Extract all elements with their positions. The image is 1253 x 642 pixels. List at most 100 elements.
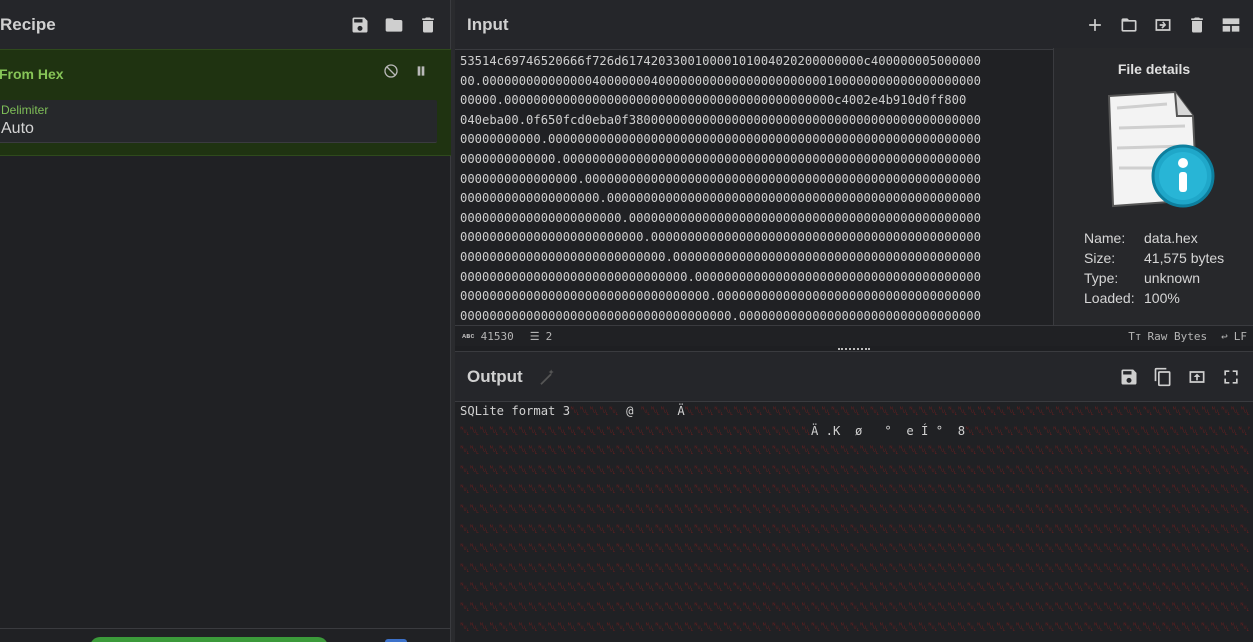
add-tab-plus-icon[interactable] bbox=[1085, 15, 1105, 35]
delimiter-value[interactable]: Auto bbox=[1, 120, 34, 138]
input-pane: Input 53514c69746520666f726d617420330010… bbox=[455, 0, 1253, 346]
nonprintable-run: ␀␀␀␀␀␀␀␀␀␀␀␀␀␀␀␀␀␀␀␀␀␀␀␀␀␀␀␀␀␀␀␀␀␀␀␀ bbox=[460, 423, 811, 438]
magic-wand-icon[interactable] bbox=[537, 367, 557, 387]
input-line: 00000.0000000000000000000000000000000000… bbox=[460, 93, 967, 108]
output-sqlite-header: SQLite format 3 bbox=[460, 404, 571, 418]
save-recipe-icon[interactable] bbox=[350, 15, 370, 35]
loaded-label: Loaded: bbox=[1084, 290, 1135, 306]
input-line: 0000000000000000.00000000000000000000000… bbox=[460, 171, 981, 186]
nonprintable-run: ␀␀␀␀␀ bbox=[570, 404, 619, 418]
output-line: ␀␀␀␀␀␀␀␀␀␀␀␀␀␀␀␀␀␀␀␀␀␀␀␀␀␀␀␀␀␀␀␀␀␀␀␀␀␀␀␀… bbox=[460, 480, 1250, 500]
input-line: 0000000000000.00000000000000000000000000… bbox=[460, 151, 981, 166]
output-line: ␀␀␀␀␀␀␀␀␀␀␀␀␀␀␀␀␀␀␀␀␀␀␀␀␀␀␀␀␀␀␀␀␀␀␀␀␀␀␀␀… bbox=[460, 578, 1250, 598]
nonprintable-run: ␀␀␀ bbox=[640, 404, 671, 418]
output-line: ␀␀␀␀␀␀␀␀␀␀␀␀␀␀␀␀␀␀␀␀␀␀␀␀␀␀␀␀␀␀␀␀␀␀␀␀␀␀␀␀… bbox=[460, 520, 1250, 540]
nonprintable-run: ␀␀␀␀␀␀␀␀␀␀␀␀␀␀␀␀␀␀␀␀␀␀␀␀␀␀␀␀␀␀␀␀␀␀␀␀␀␀␀␀… bbox=[684, 404, 1250, 418]
file-info-icon bbox=[1107, 90, 1215, 208]
input-line: 0000000000000000000000000000000000000.00… bbox=[460, 308, 981, 323]
input-line: 0000000000000000000000000000.00000000000… bbox=[460, 249, 981, 264]
output-line: ␀␀␀␀␀␀␀␀␀␀␀␀␀␀␀␀␀␀␀␀␀␀␀␀␀␀␀␀␀␀␀␀␀␀␀␀␀␀␀␀… bbox=[460, 441, 1250, 461]
file-details-panel: File details Name: data.hex Size: 41,575 b… bbox=[1053, 48, 1253, 325]
nonprintable-run: ␀␀␀␀␀␀␀␀␀␀␀␀␀␀␀␀␀␀␀␀␀␀␀␀␀␀␀␀␀␀␀␀␀␀␀␀␀␀␀␀… bbox=[460, 541, 1250, 556]
output-line: ␀␀␀␀␀␀␀␀␀␀␀␀␀␀␀␀␀␀␀␀␀␀␀␀␀␀␀␀␀␀␀␀␀␀␀␀␀␀␀␀… bbox=[460, 559, 1250, 579]
operation-title: From Hex bbox=[0, 66, 64, 82]
input-line: 00.0000000000000004000000040000000000000… bbox=[460, 73, 981, 88]
maximise-output-icon[interactable] bbox=[1221, 367, 1241, 387]
layout-icon[interactable] bbox=[1221, 15, 1241, 35]
file-loaded: 100% bbox=[1144, 290, 1180, 306]
input-line: 0000000000000000000000000.00000000000000… bbox=[460, 230, 981, 245]
save-output-icon[interactable] bbox=[1119, 367, 1139, 387]
output-a-char: Ä bbox=[670, 404, 685, 418]
nonprintable-run: ␀␀␀␀␀␀␀␀␀␀␀␀␀␀␀␀␀␀␀␀␀␀␀␀␀␀␀␀␀␀␀␀␀␀␀␀␀␀␀␀… bbox=[460, 482, 1250, 497]
eol-selector[interactable]: ↩ LF bbox=[1221, 330, 1247, 343]
output-line: SQLite format 3␀␀␀␀␀ @ ␀␀␀ Ä␀␀␀␀␀␀␀␀␀␀␀␀… bbox=[460, 402, 1250, 422]
input-length: 41530 bbox=[480, 330, 514, 343]
output-decoded-fragment: Ä .K ø ° e Í ° 8 bbox=[811, 423, 966, 438]
nonprintable-run: ␀␀␀␀␀␀␀␀␀␀␀␀␀␀␀␀␀␀␀␀␀␀␀␀␀␀␀␀␀␀␀␀␀␀␀␀␀␀␀␀… bbox=[460, 560, 1250, 575]
disable-operation-icon[interactable] bbox=[383, 63, 399, 79]
type-label: Type: bbox=[1084, 270, 1119, 286]
output-header: Output bbox=[455, 352, 1253, 402]
recipe-pane: Recipe From Hex Delimiter Auto bbox=[0, 0, 451, 642]
input-line: 040eba00.0f650fcd0eba0f38000000000000000… bbox=[460, 112, 981, 127]
output-line: ␀␀␀␀␀␀␀␀␀␀␀␀␀␀␀␀␀␀␀␀␀␀␀␀␀␀␀␀␀␀␀␀␀␀␀␀␀␀␀␀… bbox=[460, 539, 1250, 559]
encoding-selector[interactable]: Tт Raw Bytes bbox=[1128, 330, 1207, 343]
input-status-bar: ᴀʙᴄ 41530 ☰ 2 Tт Raw Bytes ↩ LF bbox=[455, 325, 1253, 347]
nonprintable-run: ␀␀␀␀␀␀␀␀␀␀␀␀␀␀␀␀␀␀␀␀␀␀␀␀␀␀␀␀␀␀␀␀␀␀␀␀␀␀␀␀… bbox=[460, 521, 1250, 536]
input-line: 53514c69746520666f726d617420330010000101… bbox=[460, 54, 981, 68]
output-line: ␀␀␀␀␀␀␀␀␀␀␀␀␀␀␀␀␀␀␀␀␀␀␀␀␀␀␀␀␀␀␀␀␀␀␀␀␀␀␀␀… bbox=[460, 618, 1250, 638]
nonprintable-run: ␀␀␀␀␀␀␀␀␀␀␀␀␀␀␀␀␀␀␀␀␀␀␀␀␀␀␀␀␀␀␀␀␀␀␀␀␀␀␀␀… bbox=[460, 599, 1250, 614]
open-folder-icon[interactable] bbox=[1119, 15, 1139, 35]
lines-icon: ☰ bbox=[529, 330, 540, 343]
input-lines: 2 bbox=[545, 330, 553, 343]
open-file-icon[interactable] bbox=[1153, 15, 1173, 35]
nonprintable-run: ␀␀␀␀␀␀␀␀␀␀␀␀␀␀␀␀␀␀␀␀␀␀␀␀␀␀␀␀␀␀␀␀␀␀␀␀␀␀␀␀… bbox=[460, 462, 1250, 477]
clear-input-trash-icon[interactable] bbox=[1187, 15, 1207, 35]
replace-input-icon[interactable] bbox=[1187, 367, 1207, 387]
return-arrow-icon: ↩ bbox=[1221, 330, 1228, 343]
input-line: 0000000000000000000000000000000.00000000… bbox=[460, 269, 981, 284]
eol-label: LF bbox=[1233, 330, 1247, 343]
delimiter-label: Delimiter bbox=[1, 103, 49, 117]
recipe-header: Recipe bbox=[0, 0, 450, 50]
nonprintable-run: ␀␀␀␀␀␀␀␀␀␀␀␀␀␀␀␀␀␀␀␀␀␀␀␀␀␀␀␀␀␀␀␀␀␀␀␀␀␀␀␀… bbox=[460, 501, 1250, 516]
nonprintable-run: ␀␀␀␀␀␀␀␀␀␀␀␀␀␀␀␀␀␀␀␀␀␀␀␀␀␀␀␀␀␀␀␀␀␀␀␀␀␀␀␀… bbox=[965, 423, 1250, 438]
input-line: 0000000000000000000000000000000000.00000… bbox=[460, 289, 981, 304]
nonprintable-run: ␀␀␀␀␀␀␀␀␀␀␀␀␀␀␀␀␀␀␀␀␀␀␀␀␀␀␀␀␀␀␀␀␀␀␀␀␀␀␀␀… bbox=[460, 580, 1250, 595]
file-details-title: File details bbox=[1117, 61, 1191, 77]
clear-recipe-trash-icon[interactable] bbox=[418, 15, 438, 35]
file-size: 41,575 bytes bbox=[1144, 250, 1225, 266]
output-line: ␀␀␀␀␀␀␀␀␀␀␀␀␀␀␀␀␀␀␀␀␀␀␀␀␀␀␀␀␀␀␀␀␀␀␀␀␀␀␀␀… bbox=[460, 500, 1250, 520]
cyberchef-app: Recipe From Hex Delimiter Auto Input 535… bbox=[0, 0, 1253, 642]
output-at-char: @ bbox=[618, 404, 641, 418]
bake-button[interactable] bbox=[90, 637, 328, 642]
pause-breakpoint-icon[interactable] bbox=[413, 63, 429, 79]
file-name: data.hex bbox=[1144, 230, 1198, 246]
output-textarea[interactable]: SQLite format 3␀␀␀␀␀ @ ␀␀␀ Ä␀␀␀␀␀␀␀␀␀␀␀␀… bbox=[460, 402, 1250, 642]
output-line: ␀␀␀␀␀␀␀␀␀␀␀␀␀␀␀␀␀␀␀␀␀␀␀␀␀␀␀␀␀␀␀␀␀␀␀␀Ä .K… bbox=[460, 422, 1250, 442]
operation-from-hex[interactable]: From Hex Delimiter Auto bbox=[0, 49, 451, 156]
text-encoding-icon: Tт bbox=[1128, 330, 1142, 343]
length-stat: ᴀʙᴄ 41530 bbox=[462, 330, 514, 343]
file-details-list: Name: data.hex Size: 41,575 bytes Type: unk… bbox=[1084, 228, 1224, 308]
input-line: 00000000000.0000000000000000000000000000… bbox=[460, 132, 981, 147]
output-pane: Output SQLite format 3␀␀␀␀␀ @ ␀␀␀ Ä␀␀␀␀␀… bbox=[455, 351, 1253, 642]
bake-controls bbox=[0, 628, 451, 642]
input-title: Input bbox=[467, 14, 509, 34]
delimiter-field[interactable]: Delimiter Auto bbox=[0, 100, 437, 143]
nonprintable-run: ␀␀␀␀␀␀␀␀␀␀␀␀␀␀␀␀␀␀␀␀␀␀␀␀␀␀␀␀␀␀␀␀␀␀␀␀␀␀␀␀… bbox=[460, 619, 1250, 634]
output-line: ␀␀␀␀␀␀␀␀␀␀␀␀␀␀␀␀␀␀␀␀␀␀␀␀␀␀␀␀␀␀␀␀␀␀␀␀␀␀␀␀… bbox=[460, 461, 1250, 481]
input-textarea[interactable]: 53514c69746520666f726d617420330010000101… bbox=[460, 52, 1054, 325]
input-line: 0000000000000000000000.00000000000000000… bbox=[460, 210, 981, 225]
file-type: unknown bbox=[1144, 270, 1201, 286]
input-line: 0000000000000000000.00000000000000000000… bbox=[460, 191, 981, 206]
size-label: Size: bbox=[1084, 250, 1116, 266]
output-line: ␀␀␀␀␀␀␀␀␀␀␀␀␀␀␀␀␀␀␀␀␀␀␀␀␀␀␀␀␀␀␀␀␀␀␀␀␀␀␀␀… bbox=[460, 598, 1250, 618]
output-title: Output bbox=[467, 366, 523, 386]
abc-icon: ᴀʙᴄ bbox=[462, 332, 475, 340]
load-recipe-folder-icon[interactable] bbox=[384, 15, 404, 35]
name-label: Name: bbox=[1084, 230, 1126, 246]
copy-output-icon[interactable] bbox=[1153, 367, 1173, 387]
lines-stat: ☰ 2 bbox=[530, 330, 553, 343]
